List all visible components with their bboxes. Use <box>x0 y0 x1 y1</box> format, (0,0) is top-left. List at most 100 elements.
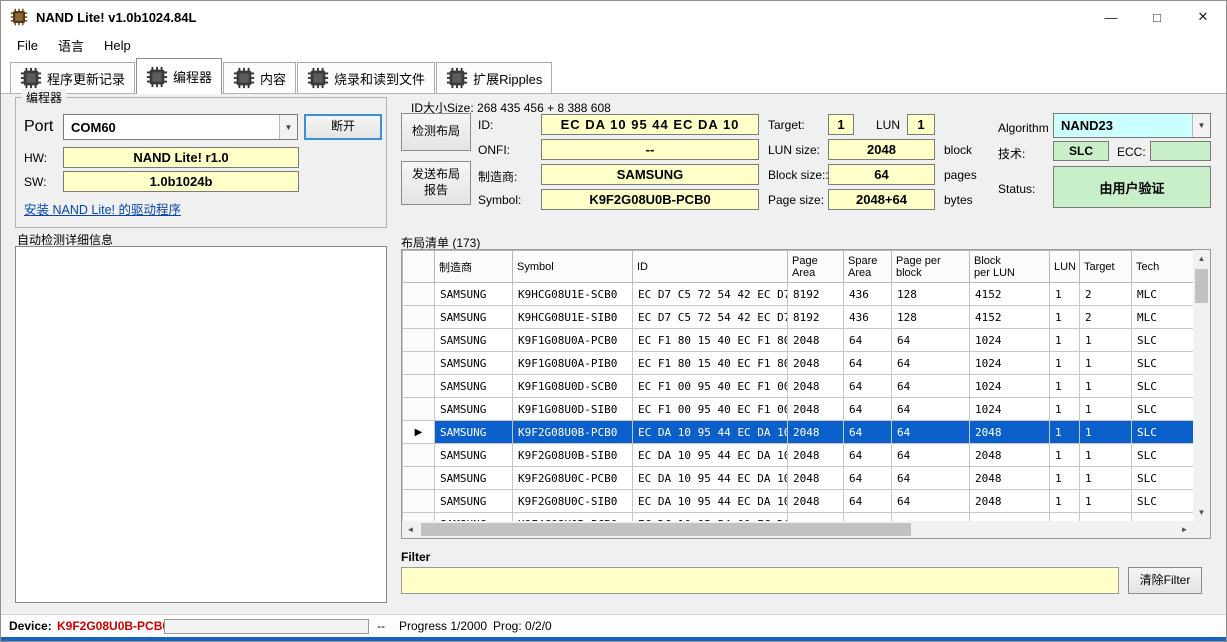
table-cell[interactable]: 436 <box>843 305 892 329</box>
table-cell[interactable]: SAMSUNG <box>434 466 513 490</box>
table-cell[interactable]: 2048 <box>787 328 844 352</box>
table-cell[interactable]: 128 <box>891 305 970 329</box>
send-report-button[interactable]: 发送布局报告 <box>401 161 471 205</box>
menu-item-help[interactable]: Help <box>94 35 141 56</box>
table-cell[interactable]: SLC <box>1131 443 1193 467</box>
table-cell[interactable]: K9F1G08U0A-PIB0 <box>512 351 633 375</box>
table-cell[interactable]: 64 <box>891 466 970 490</box>
column-header[interactable]: LUN <box>1049 250 1080 283</box>
table-cell[interactable]: 4152 <box>969 305 1050 329</box>
table-cell[interactable]: EC D7 C5 72 54 42 EC D7 <box>632 305 788 329</box>
table-cell[interactable]: SAMSUNG <box>434 489 513 513</box>
table-cell[interactable]: SLC <box>1131 420 1193 444</box>
table-cell[interactable]: K9F2G08U0C-PCB0 <box>512 466 633 490</box>
vertical-scroll-thumb[interactable] <box>1195 269 1208 303</box>
table-cell[interactable]: EC F1 00 95 40 EC F1 00 <box>632 374 788 398</box>
table-cell[interactable]: 1 <box>1079 443 1132 467</box>
scroll-right-icon[interactable]: ► <box>1176 521 1193 538</box>
table-cell[interactable] <box>1131 512 1193 521</box>
table-cell[interactable] <box>1079 512 1132 521</box>
scroll-left-icon[interactable]: ◄ <box>402 521 419 538</box>
table-row[interactable]: SAMSUNG K9F1G08U0A-PCB0 EC F1 80 15 40 EC … <box>402 328 1193 352</box>
table-cell[interactable]: 64 <box>891 420 970 444</box>
table-cell[interactable]: 2048 <box>787 420 844 444</box>
row-header-cell[interactable] <box>402 489 435 513</box>
table-cell[interactable]: K9F2G08U0C-SIB0 <box>512 489 633 513</box>
table-cell[interactable]: SAMSUNG <box>434 420 513 444</box>
row-header-cell[interactable] <box>402 305 435 329</box>
table-cell[interactable]: 64 <box>843 443 892 467</box>
column-header[interactable]: Page per block <box>891 250 970 283</box>
algorithm-combo[interactable]: NAND23 ▼ <box>1053 113 1211 138</box>
row-header-cell[interactable] <box>402 351 435 375</box>
table-cell[interactable]: 1 <box>1079 328 1132 352</box>
table-row[interactable]: SAMSUNG K9F2G08U0C-PCB0 EC DA 10 95 44 EC … <box>402 466 1193 490</box>
titlebar[interactable]: NAND Lite! v1.0b1024.84L — □ ✕ <box>1 1 1226 33</box>
table-cell[interactable]: 64 <box>891 443 970 467</box>
table-cell[interactable]: 1 <box>1049 374 1080 398</box>
table-cell[interactable] <box>891 512 970 521</box>
table-cell[interactable]: 1 <box>1049 328 1080 352</box>
table-cell[interactable]: K9F1G08U0D-SIB0 <box>512 397 633 421</box>
table-cell[interactable]: SLC <box>1131 351 1193 375</box>
row-header-cell[interactable] <box>402 282 435 306</box>
table-cell[interactable]: EC F1 80 15 40 EC F1 80 <box>632 328 788 352</box>
column-header[interactable]: Page Area <box>787 250 844 283</box>
table-cell[interactable]: 64 <box>891 328 970 352</box>
table-cell[interactable]: 64 <box>843 420 892 444</box>
table-cell[interactable]: MLC <box>1131 282 1193 306</box>
table-cell[interactable]: 64 <box>891 374 970 398</box>
table-row[interactable]: SAMSUNG K9F1G08U0D-SIB0 EC F1 00 95 40 EC … <box>402 397 1193 421</box>
table-cell[interactable]: 1 <box>1049 443 1080 467</box>
table-cell[interactable]: 64 <box>843 466 892 490</box>
column-header[interactable]: Block per LUN <box>969 250 1050 283</box>
row-header-cell[interactable] <box>402 397 435 421</box>
table-cell[interactable]: 1024 <box>969 328 1050 352</box>
table-cell[interactable]: 2048 <box>969 443 1050 467</box>
table-cell[interactable]: EC F1 00 95 40 EC F1 00 <box>632 397 788 421</box>
table-cell[interactable]: SLC <box>1131 328 1193 352</box>
table-cell[interactable]: EC DC 10 95 54 00 EC DC <box>632 512 788 521</box>
table-cell[interactable]: 2048 <box>969 466 1050 490</box>
scroll-up-icon[interactable]: ▲ <box>1193 250 1210 267</box>
column-header[interactable]: Target <box>1079 250 1132 283</box>
table-row[interactable]: SAMSUNG K9HCG08U1E-SCB0 EC D7 C5 72 54 42 … <box>402 282 1193 306</box>
horizontal-scrollbar[interactable]: ◄ ► <box>402 521 1193 538</box>
table-cell[interactable]: 64 <box>843 489 892 513</box>
table-cell[interactable]: 1 <box>1049 466 1080 490</box>
table-cell[interactable]: K9F1G08U0A-PCB0 <box>512 328 633 352</box>
detect-layout-button[interactable]: 检测布局 <box>401 113 471 151</box>
tab-burn-read[interactable]: 烧录和读到文件 <box>297 62 436 93</box>
table-cell[interactable]: 8192 <box>787 305 844 329</box>
table-cell[interactable]: SAMSUNG <box>434 443 513 467</box>
table-cell[interactable]: K9F4G08U0B-PCB0 <box>512 512 633 521</box>
table-cell[interactable] <box>787 512 844 521</box>
table-cell[interactable]: 1 <box>1079 466 1132 490</box>
current-row-arrow[interactable]: ▶ <box>402 420 435 444</box>
table-cell[interactable]: 128 <box>891 282 970 306</box>
table-cell[interactable]: SLC <box>1131 374 1193 398</box>
horizontal-scroll-thumb[interactable] <box>421 523 912 536</box>
table-cell[interactable]: SAMSUNG <box>434 282 513 306</box>
table-cell[interactable]: 2048 <box>969 489 1050 513</box>
table-cell[interactable]: 436 <box>843 282 892 306</box>
scroll-down-icon[interactable]: ▼ <box>1193 504 1210 521</box>
chevron-down-icon[interactable]: ▼ <box>1192 114 1210 137</box>
row-header-cell[interactable] <box>402 512 435 521</box>
table-cell[interactable]: 4152 <box>969 282 1050 306</box>
row-header-cell[interactable] <box>402 374 435 398</box>
menu-item-file[interactable]: File <box>7 35 48 56</box>
table-cell[interactable] <box>1049 512 1080 521</box>
minimize-button[interactable]: — <box>1088 1 1134 33</box>
table-cell[interactable]: 1024 <box>969 374 1050 398</box>
table-cell[interactable]: SAMSUNG <box>434 351 513 375</box>
table-cell[interactable]: K9F2G08U0B-PCB0 <box>512 420 633 444</box>
table-row[interactable]: SAMSUNG K9F1G08U0D-SCB0 EC F1 00 95 40 EC … <box>402 374 1193 398</box>
column-header[interactable]: 制造商 <box>434 250 513 283</box>
table-cell[interactable]: EC D7 C5 72 54 42 EC D7 <box>632 282 788 306</box>
column-header[interactable]: Tech <box>1131 250 1193 283</box>
maximize-button[interactable]: □ <box>1134 1 1180 33</box>
table-row[interactable]: SAMSUNG K9F2G08U0C-SIB0 EC DA 10 95 44 EC … <box>402 489 1193 513</box>
tab-programmer[interactable]: 编程器 <box>136 58 223 94</box>
tab-extended-ripples[interactable]: 扩展Ripples <box>436 62 553 93</box>
